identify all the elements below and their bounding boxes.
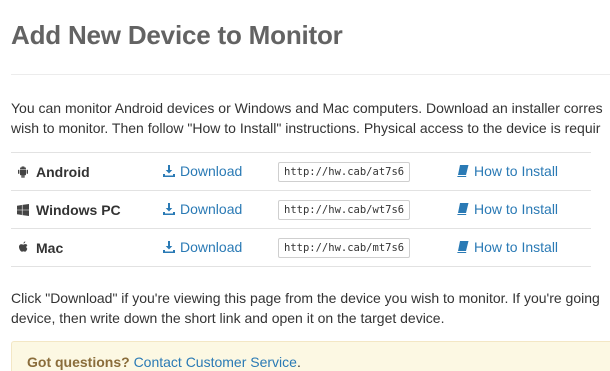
device-label: Windows PC [36, 201, 121, 218]
device-label: Android [36, 163, 90, 180]
book-icon [457, 241, 469, 253]
device-row-android: Android Download http://hw.cab/at7s6 How… [11, 152, 591, 191]
title-divider [11, 74, 610, 75]
device-name-windows: Windows PC [11, 202, 163, 218]
android-icon [16, 165, 30, 179]
device-name-android: Android [11, 164, 163, 180]
book-icon [457, 203, 469, 215]
download-icon [163, 203, 175, 215]
download-label: Download [180, 201, 243, 217]
add-device-page: Add New Device to Monitor You can monito… [0, 0, 610, 371]
how-to-install-label: How to Install [474, 163, 559, 179]
device-row-windows: Windows PC Download http://hw.cab/wt7s6 … [11, 190, 591, 229]
short-link-mac[interactable]: http://hw.cab/mt7s6 [278, 237, 411, 258]
download-icon [163, 165, 175, 177]
footer-line-2: device, then write down the short link a… [11, 310, 445, 326]
device-table: Android Download http://hw.cab/at7s6 How… [11, 152, 591, 267]
download-icon [163, 241, 175, 253]
help-alert: Got questions? Contact Customer Service. [11, 341, 610, 371]
download-label: Download [180, 239, 243, 255]
download-button-android[interactable]: Download [163, 163, 242, 179]
how-to-install-link-windows[interactable]: How to Install [457, 201, 558, 217]
help-link-suffix: . [296, 354, 301, 370]
intro-line-2: wish to monitor. Then follow "How to Ins… [11, 120, 601, 136]
how-to-install-link-mac[interactable]: How to Install [457, 239, 558, 255]
device-row-mac: Mac Download http://hw.cab/mt7s6 How to … [11, 228, 591, 267]
page-title: Add New Device to Monitor [11, 20, 343, 50]
contact-customer-service-link[interactable]: Contact Customer Service [134, 354, 297, 370]
short-link-android[interactable]: http://hw.cab/at7s6 [278, 161, 411, 182]
how-to-install-label: How to Install [474, 201, 559, 217]
windows-icon [16, 203, 30, 217]
download-label: Download [180, 163, 243, 179]
device-label: Mac [36, 239, 64, 256]
download-button-windows[interactable]: Download [163, 201, 242, 217]
device-name-mac: Mac [11, 240, 163, 256]
intro-text: You can monitor Android devices or Windo… [11, 98, 610, 138]
intro-line-1: You can monitor Android devices or Windo… [11, 100, 603, 116]
apple-icon [16, 241, 30, 255]
book-icon [457, 165, 469, 177]
how-to-install-link-android[interactable]: How to Install [457, 163, 558, 179]
footer-line-1: Click "Download" if you're viewing this … [11, 290, 600, 306]
help-question: Got questions? [27, 354, 130, 370]
download-button-mac[interactable]: Download [163, 239, 242, 255]
short-link-windows[interactable]: http://hw.cab/wt7s6 [278, 199, 411, 220]
footer-text: Click "Download" if you're viewing this … [11, 288, 610, 328]
how-to-install-label: How to Install [474, 239, 559, 255]
